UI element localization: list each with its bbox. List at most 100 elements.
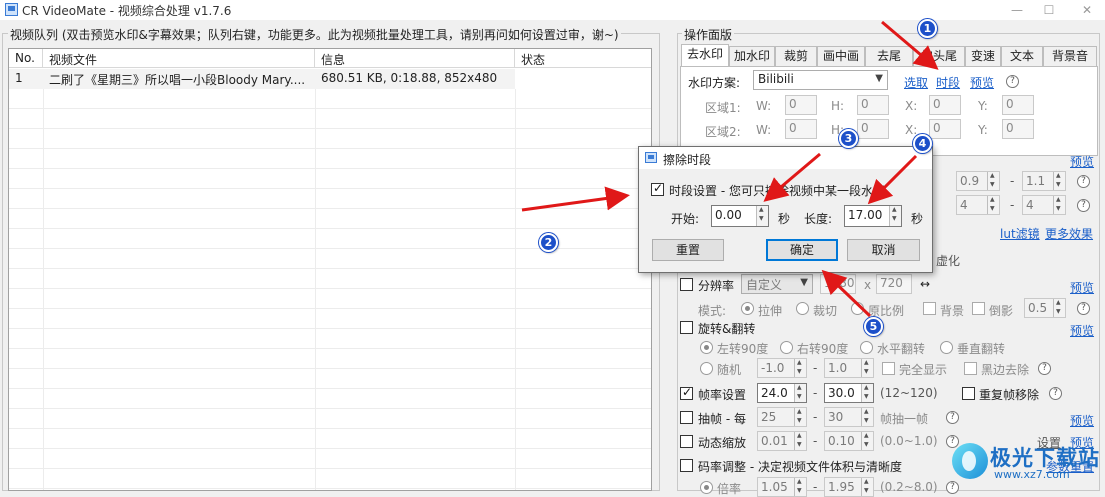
help-icon[interactable]: ? [1077, 199, 1090, 212]
area2-w-input[interactable]: 0 [785, 119, 817, 139]
preview-link-2[interactable]: 预览 [1070, 153, 1094, 170]
spin-arrows-icon [794, 359, 806, 377]
help-icon[interactable]: ? [1006, 75, 1019, 88]
random-radio[interactable] [700, 362, 713, 375]
tab-pip[interactable]: 画中画 [817, 46, 865, 66]
help-icon[interactable]: ? [1077, 302, 1090, 315]
preview-link-3[interactable]: 预览 [1070, 279, 1094, 296]
spin-11[interactable]: 1.1 [1022, 171, 1066, 191]
rotate-checkbox[interactable] [680, 321, 693, 334]
spin-arrows-icon [794, 432, 806, 450]
ratio-radio[interactable] [851, 302, 864, 315]
resolution-checkbox[interactable] [680, 278, 693, 291]
area1-h-input[interactable]: 0 [857, 95, 889, 115]
mode-label: 模式: [698, 304, 727, 318]
resolution-select[interactable]: 自定义 ▼ [741, 274, 813, 294]
queue-table[interactable]: No. 视频文件 信息 状态 1 二刷了《星期三》所以唱一小段Bloody Ma… [8, 48, 652, 491]
hflip-radio[interactable] [860, 341, 873, 354]
preview-link-5[interactable]: 预览 [1070, 412, 1094, 429]
spin-09[interactable]: 0.9 [956, 171, 1000, 191]
tab-crop[interactable]: 裁剪 [775, 46, 817, 66]
tab-bgm[interactable]: 背景音 [1043, 46, 1097, 66]
extract-checkbox[interactable] [680, 411, 693, 424]
shadow-value: 0.5 [1028, 301, 1048, 315]
lut-filter-link[interactable]: lut滤镜 [1000, 225, 1040, 242]
vflip-radio[interactable] [940, 341, 953, 354]
area2-h-input[interactable]: 0 [857, 119, 889, 139]
area1-y-input[interactable]: 0 [1002, 95, 1034, 115]
spin-arrows-icon [756, 206, 768, 226]
resolution-w-input[interactable]: 1280 [820, 274, 856, 294]
col-header-info[interactable]: 信息 [315, 49, 515, 68]
start-spin[interactable]: 0.00 [711, 205, 769, 227]
resolution-h-input[interactable]: 720 [876, 274, 912, 294]
period-checkbox[interactable] [651, 181, 664, 196]
area1-x-input[interactable]: 0 [929, 95, 961, 115]
cancel-button[interactable]: 取消 [847, 239, 920, 261]
bitrate-checkbox[interactable] [680, 459, 693, 472]
framerate-max-spin[interactable]: 30.0 [824, 383, 874, 403]
tab-add-head-tail[interactable]: 加头尾 [913, 46, 965, 66]
preview-link-4[interactable]: 预览 [1070, 322, 1094, 339]
crop-radio[interactable] [796, 302, 809, 315]
extract-b-spin[interactable]: 30 [824, 407, 874, 427]
length-spin[interactable]: 17.00 [844, 205, 902, 227]
row-no: 1 [15, 71, 23, 85]
reset-button[interactable]: 重置 [652, 239, 724, 261]
close-button[interactable]: ✕ [1074, 2, 1100, 18]
tab-add-watermark[interactable]: 加水印 [729, 46, 775, 66]
rotate-label: 旋转&翻转 [698, 322, 756, 336]
tab-remove-watermark[interactable]: 去水印 [681, 44, 729, 67]
framerate-checkbox[interactable] [680, 385, 693, 400]
shadow-spin[interactable]: 0.5 [1024, 298, 1066, 318]
grid-line [9, 329, 651, 349]
col-header-file[interactable]: 视频文件 [43, 49, 315, 68]
speed-b-spin[interactable]: 1.95 [824, 477, 874, 497]
left90-radio[interactable] [700, 341, 713, 354]
help-icon[interactable]: ? [1038, 362, 1051, 375]
random-max-spin[interactable]: 1.0 [824, 358, 874, 378]
spin-4a[interactable]: 4 [956, 195, 1000, 215]
area1-w-input[interactable]: 0 [785, 95, 817, 115]
right90-radio[interactable] [780, 341, 793, 354]
tab-trim[interactable]: 去尾 [865, 46, 913, 66]
zoom-a-spin[interactable]: 0.01 [757, 431, 807, 451]
col-header-no[interactable]: No. [9, 49, 43, 68]
zoom-b-spin[interactable]: 0.10 [824, 431, 874, 451]
preview-link[interactable]: 预览 [970, 74, 994, 91]
area2-label: 区域2: [705, 125, 741, 139]
framerate-min-spin[interactable]: 24.0 [757, 383, 807, 403]
bg-checkbox[interactable] [923, 302, 936, 315]
full-show-label: 完全显示 [899, 363, 948, 377]
extract-a-spin[interactable]: 25 [757, 407, 807, 427]
ok-button[interactable]: 确定 [766, 239, 838, 261]
dup-frame-checkbox[interactable] [962, 387, 975, 400]
scheme-select[interactable]: Bilibili ▼ [753, 70, 888, 90]
maximize-button[interactable]: ☐ [1036, 2, 1062, 18]
table-row[interactable]: 1 二刷了《星期三》所以唱一小段Bloody Mary.... 680.51 K… [9, 69, 515, 89]
pick-link[interactable]: 选取 [904, 74, 928, 91]
help-icon[interactable]: ? [946, 411, 959, 424]
swap-icon[interactable]: ↔ [920, 277, 930, 291]
more-effects-link[interactable]: 更多效果 [1045, 225, 1093, 242]
help-icon[interactable]: ? [1049, 387, 1062, 400]
full-show-checkbox[interactable] [882, 362, 895, 375]
shadow-checkbox[interactable] [972, 302, 985, 315]
period-link[interactable]: 时段 [936, 74, 960, 91]
grid-column-line [315, 89, 316, 490]
col-header-status[interactable]: 状态 [515, 49, 651, 68]
zoom-checkbox[interactable] [680, 435, 693, 448]
spin-4b[interactable]: 4 [1022, 195, 1066, 215]
speed-radio[interactable] [700, 481, 713, 494]
black-edge-checkbox[interactable] [964, 362, 977, 375]
shadow-label: 倒影 [989, 304, 1014, 318]
tab-speed[interactable]: 变速 [965, 46, 1001, 66]
help-icon[interactable]: ? [1077, 175, 1090, 188]
random-min-spin[interactable]: -1.0 [757, 358, 807, 378]
area2-x-input[interactable]: 0 [929, 119, 961, 139]
tab-text[interactable]: 文本 [1001, 46, 1043, 66]
minimize-button[interactable]: — [1004, 2, 1030, 18]
speed-a-spin[interactable]: 1.05 [757, 477, 807, 497]
stretch-radio[interactable] [741, 302, 754, 315]
area2-y-input[interactable]: 0 [1002, 119, 1034, 139]
